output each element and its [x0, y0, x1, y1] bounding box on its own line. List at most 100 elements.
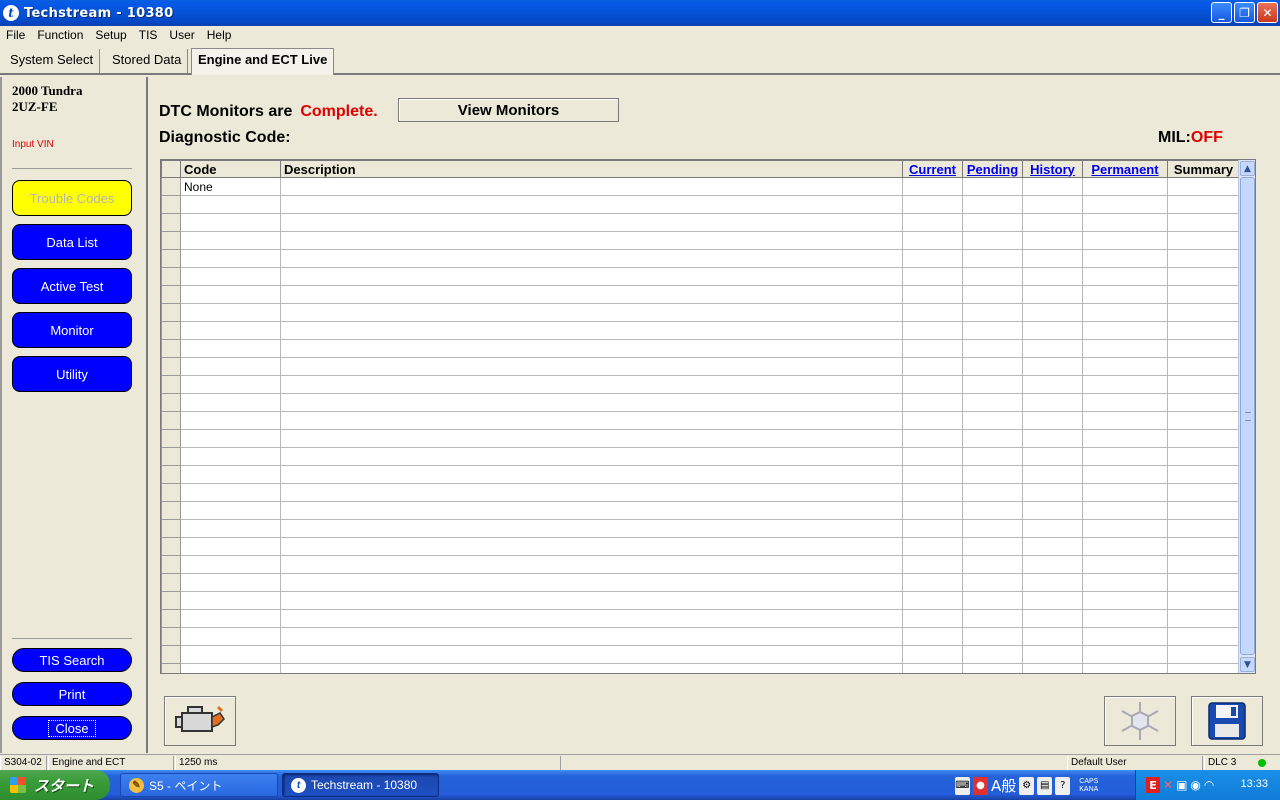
- table-row[interactable]: [161, 393, 1240, 412]
- menu-file[interactable]: File: [0, 26, 31, 45]
- row-header[interactable]: [161, 519, 181, 538]
- close-button[interactable]: Close: [12, 716, 132, 740]
- save-button[interactable]: [1191, 696, 1263, 746]
- table-row[interactable]: [161, 465, 1240, 484]
- column-header-history[interactable]: History: [1022, 160, 1083, 178]
- table-row[interactable]: [161, 537, 1240, 556]
- tis-search-button[interactable]: TIS Search: [12, 648, 132, 672]
- table-row[interactable]: [161, 231, 1240, 250]
- wireless-icon[interactable]: ◠: [1204, 778, 1214, 792]
- start-button[interactable]: スタート: [0, 770, 110, 800]
- menu-tis[interactable]: TIS: [133, 26, 164, 45]
- ime-dictionary-icon[interactable]: ▤: [1037, 776, 1053, 795]
- row-header[interactable]: [161, 375, 181, 394]
- table-row[interactable]: [161, 555, 1240, 574]
- row-header[interactable]: [161, 465, 181, 484]
- menu-function[interactable]: Function: [31, 26, 89, 45]
- row-header[interactable]: [161, 627, 181, 646]
- row-header[interactable]: [161, 231, 181, 250]
- tray-e-icon[interactable]: E: [1146, 777, 1160, 793]
- ime-mode-icon[interactable]: ●: [973, 776, 988, 795]
- row-header[interactable]: [161, 267, 181, 286]
- menu-user[interactable]: User: [163, 26, 200, 45]
- taskbar-item-paint[interactable]: ✎ S5 - ペイント: [120, 773, 278, 797]
- utility-button[interactable]: Utility: [12, 356, 132, 392]
- row-header[interactable]: [161, 537, 181, 556]
- tab-system-select[interactable]: System Select: [4, 49, 101, 73]
- help-icon[interactable]: ?: [1055, 776, 1071, 795]
- row-header[interactable]: [161, 411, 181, 430]
- row-header[interactable]: [161, 645, 181, 664]
- row-header[interactable]: [161, 357, 181, 376]
- engine-check-button[interactable]: [164, 696, 236, 746]
- table-row[interactable]: [161, 285, 1240, 304]
- scroll-down-icon[interactable]: ▼: [1240, 657, 1255, 672]
- table-row[interactable]: [161, 609, 1240, 628]
- table-row[interactable]: [161, 249, 1240, 268]
- snapshot-button[interactable]: [1104, 696, 1176, 746]
- ime-input-mode-icon[interactable]: A般: [991, 775, 1016, 796]
- tray-volume-icon[interactable]: ◉: [1190, 778, 1200, 792]
- input-vin-link[interactable]: Input VIN: [12, 139, 54, 150]
- table-row[interactable]: [161, 663, 1240, 673]
- table-row[interactable]: [161, 213, 1240, 232]
- data-list-button[interactable]: Data List: [12, 224, 132, 260]
- table-row[interactable]: [161, 267, 1240, 286]
- column-header-pending[interactable]: Pending: [962, 160, 1023, 178]
- row-header[interactable]: [161, 285, 181, 304]
- table-row[interactable]: [161, 447, 1240, 466]
- row-header[interactable]: [161, 447, 181, 466]
- row-header[interactable]: [161, 429, 181, 448]
- network-disconnected-icon[interactable]: ✕: [1163, 778, 1173, 792]
- row-header[interactable]: [161, 249, 181, 268]
- row-header[interactable]: [161, 303, 181, 322]
- row-header[interactable]: [161, 501, 181, 520]
- row-header[interactable]: [161, 177, 181, 196]
- table-scrollbar[interactable]: ▲ ▼: [1238, 160, 1255, 673]
- row-header[interactable]: [161, 483, 181, 502]
- row-header[interactable]: [161, 195, 181, 214]
- menu-setup[interactable]: Setup: [89, 26, 132, 45]
- row-header[interactable]: [161, 321, 181, 340]
- row-header[interactable]: [161, 213, 181, 232]
- print-button[interactable]: Print: [12, 682, 132, 706]
- table-row[interactable]: [161, 519, 1240, 538]
- trouble-codes-button[interactable]: Trouble Codes: [12, 180, 132, 216]
- scroll-up-icon[interactable]: ▲: [1240, 161, 1255, 176]
- table-row[interactable]: [161, 627, 1240, 646]
- table-row[interactable]: None: [161, 177, 1240, 196]
- table-row[interactable]: [161, 429, 1240, 448]
- table-row[interactable]: [161, 501, 1240, 520]
- monitor-button[interactable]: Monitor: [12, 312, 132, 348]
- ime-tool-icon[interactable]: ⚙: [1019, 776, 1035, 795]
- row-header[interactable]: [161, 573, 181, 592]
- row-header[interactable]: [161, 393, 181, 412]
- close-window-button[interactable]: ✕: [1257, 2, 1278, 23]
- minimize-button[interactable]: _: [1211, 2, 1232, 23]
- column-header-current[interactable]: Current: [902, 160, 963, 178]
- table-row[interactable]: [161, 645, 1240, 664]
- table-row[interactable]: [161, 195, 1240, 214]
- row-header[interactable]: [161, 591, 181, 610]
- table-row[interactable]: [161, 411, 1240, 430]
- table-row[interactable]: [161, 573, 1240, 592]
- table-row[interactable]: [161, 339, 1240, 358]
- table-row[interactable]: [161, 321, 1240, 340]
- table-row[interactable]: [161, 591, 1240, 610]
- table-row[interactable]: [161, 375, 1240, 394]
- column-header-summary[interactable]: Summary: [1167, 160, 1240, 178]
- restore-button[interactable]: ❐: [1234, 2, 1255, 23]
- active-test-button[interactable]: Active Test: [12, 268, 132, 304]
- column-header-code[interactable]: Code: [180, 160, 281, 178]
- table-row[interactable]: [161, 483, 1240, 502]
- row-header[interactable]: [161, 339, 181, 358]
- column-header-permanent[interactable]: Permanent: [1082, 160, 1168, 178]
- table-row[interactable]: [161, 357, 1240, 376]
- column-header-description[interactable]: Description: [280, 160, 903, 178]
- row-header[interactable]: [161, 663, 181, 673]
- tab-stored-data[interactable]: Stored Data: [106, 49, 189, 73]
- table-row[interactable]: [161, 303, 1240, 322]
- tab-engine-ect-live[interactable]: Engine and ECT Live: [191, 48, 335, 75]
- row-header[interactable]: [161, 609, 181, 628]
- menu-help[interactable]: Help: [201, 26, 238, 45]
